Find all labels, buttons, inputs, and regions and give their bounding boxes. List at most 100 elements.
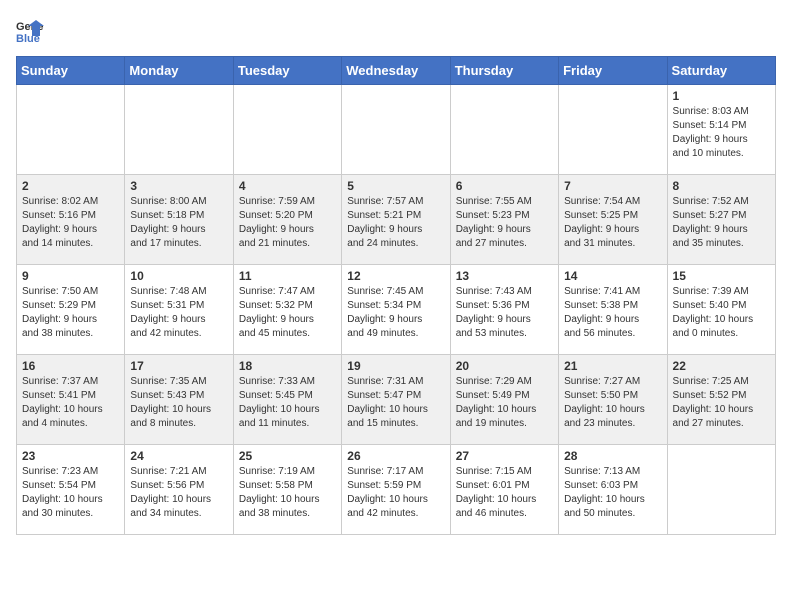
day-info: Sunrise: 8:02 AM Sunset: 5:16 PM Dayligh… — [22, 195, 119, 251]
day-number: 9 — [22, 269, 119, 283]
day-number: 18 — [239, 359, 336, 373]
calendar-cell — [450, 85, 558, 175]
calendar-cell: 4 Sunrise: 7:59 AM Sunset: 5:20 PM Daylig… — [233, 175, 341, 265]
day-info: Sunrise: 7:37 AM Sunset: 5:41 PM Dayligh… — [22, 375, 119, 431]
day-number: 15 — [673, 269, 770, 283]
day-number: 22 — [673, 359, 770, 373]
day-info: Sunrise: 7:27 AM Sunset: 5:50 PM Dayligh… — [564, 375, 661, 431]
calendar-cell — [17, 85, 125, 175]
day-info: Sunrise: 7:57 AM Sunset: 5:21 PM Dayligh… — [347, 195, 444, 251]
day-number: 19 — [347, 359, 444, 373]
calendar-cell: 7 Sunrise: 7:54 AM Sunset: 5:25 PM Daylig… — [559, 175, 667, 265]
day-info: Sunrise: 7:54 AM Sunset: 5:25 PM Dayligh… — [564, 195, 661, 251]
calendar-cell: 19 Sunrise: 7:31 AM Sunset: 5:47 PM Dayli… — [342, 355, 450, 445]
calendar-cell: 1 Sunrise: 8:03 AM Sunset: 5:14 PM Daylig… — [667, 85, 775, 175]
calendar-cell: 15 Sunrise: 7:39 AM Sunset: 5:40 PM Dayli… — [667, 265, 775, 355]
day-number: 17 — [130, 359, 227, 373]
day-info: Sunrise: 7:47 AM Sunset: 5:32 PM Dayligh… — [239, 285, 336, 341]
calendar-week-3: 9 Sunrise: 7:50 AM Sunset: 5:29 PM Daylig… — [17, 265, 776, 355]
calendar-cell — [559, 85, 667, 175]
day-info: Sunrise: 7:50 AM Sunset: 5:29 PM Dayligh… — [22, 285, 119, 341]
day-number: 23 — [22, 449, 119, 463]
calendar-cell: 6 Sunrise: 7:55 AM Sunset: 5:23 PM Daylig… — [450, 175, 558, 265]
day-number: 7 — [564, 179, 661, 193]
day-number: 12 — [347, 269, 444, 283]
calendar-cell: 24 Sunrise: 7:21 AM Sunset: 5:56 PM Dayli… — [125, 445, 233, 535]
calendar-cell: 2 Sunrise: 8:02 AM Sunset: 5:16 PM Daylig… — [17, 175, 125, 265]
calendar-cell: 27 Sunrise: 7:15 AM Sunset: 6:01 PM Dayli… — [450, 445, 558, 535]
day-info: Sunrise: 7:31 AM Sunset: 5:47 PM Dayligh… — [347, 375, 444, 431]
day-number: 1 — [673, 89, 770, 103]
day-info: Sunrise: 7:23 AM Sunset: 5:54 PM Dayligh… — [22, 465, 119, 521]
calendar-cell — [125, 85, 233, 175]
calendar-cell: 22 Sunrise: 7:25 AM Sunset: 5:52 PM Dayli… — [667, 355, 775, 445]
calendar-cell — [233, 85, 341, 175]
day-number: 13 — [456, 269, 553, 283]
calendar-cell: 14 Sunrise: 7:41 AM Sunset: 5:38 PM Dayli… — [559, 265, 667, 355]
day-info: Sunrise: 7:59 AM Sunset: 5:20 PM Dayligh… — [239, 195, 336, 251]
header-sunday: Sunday — [17, 57, 125, 85]
day-info: Sunrise: 7:41 AM Sunset: 5:38 PM Dayligh… — [564, 285, 661, 341]
day-number: 11 — [239, 269, 336, 283]
calendar-cell: 26Sunrise: 7:17 AM Sunset: 5:59 PM Dayli… — [342, 445, 450, 535]
day-number: 6 — [456, 179, 553, 193]
day-info: Sunrise: 7:52 AM Sunset: 5:27 PM Dayligh… — [673, 195, 770, 251]
day-number: 27 — [456, 449, 553, 463]
day-info: Sunrise: 7:39 AM Sunset: 5:40 PM Dayligh… — [673, 285, 770, 341]
day-number: 28 — [564, 449, 661, 463]
day-number: 16 — [22, 359, 119, 373]
day-info: Sunrise: 7:48 AM Sunset: 5:31 PM Dayligh… — [130, 285, 227, 341]
day-info: Sunrise: 7:55 AM Sunset: 5:23 PM Dayligh… — [456, 195, 553, 251]
calendar-cell: 20Sunrise: 7:29 AM Sunset: 5:49 PM Dayli… — [450, 355, 558, 445]
calendar-cell: 13 Sunrise: 7:43 AM Sunset: 5:36 PM Dayli… — [450, 265, 558, 355]
header-friday: Friday — [559, 57, 667, 85]
calendar-table: SundayMondayTuesdayWednesdayThursdayFrid… — [16, 56, 776, 535]
day-number: 5 — [347, 179, 444, 193]
day-info: Sunrise: 8:03 AM Sunset: 5:14 PM Dayligh… — [673, 105, 770, 161]
day-number: 10 — [130, 269, 227, 283]
day-info: Sunrise: 7:45 AM Sunset: 5:34 PM Dayligh… — [347, 285, 444, 341]
calendar-header-row: SundayMondayTuesdayWednesdayThursdayFrid… — [17, 57, 776, 85]
logo-icon: General Blue — [16, 16, 44, 44]
calendar-cell: 17 Sunrise: 7:35 AM Sunset: 5:43 PM Dayli… — [125, 355, 233, 445]
calendar-cell — [667, 445, 775, 535]
header-monday: Monday — [125, 57, 233, 85]
calendar-cell: 8Sunrise: 7:52 AM Sunset: 5:27 PM Daylig… — [667, 175, 775, 265]
calendar-cell: 16 Sunrise: 7:37 AM Sunset: 5:41 PM Dayli… — [17, 355, 125, 445]
calendar-cell: 3 Sunrise: 8:00 AM Sunset: 5:18 PM Daylig… — [125, 175, 233, 265]
day-number: 14 — [564, 269, 661, 283]
day-number: 24 — [130, 449, 227, 463]
day-number: 2 — [22, 179, 119, 193]
header-saturday: Saturday — [667, 57, 775, 85]
day-info: Sunrise: 7:19 AM Sunset: 5:58 PM Dayligh… — [239, 465, 336, 521]
day-info: Sunrise: 7:43 AM Sunset: 5:36 PM Dayligh… — [456, 285, 553, 341]
day-info: Sunrise: 8:00 AM Sunset: 5:18 PM Dayligh… — [130, 195, 227, 251]
calendar-cell: 11 Sunrise: 7:47 AM Sunset: 5:32 PM Dayli… — [233, 265, 341, 355]
header-wednesday: Wednesday — [342, 57, 450, 85]
calendar-cell: 10 Sunrise: 7:48 AM Sunset: 5:31 PM Dayli… — [125, 265, 233, 355]
calendar-cell: 21 Sunrise: 7:27 AM Sunset: 5:50 PM Dayli… — [559, 355, 667, 445]
day-number: 3 — [130, 179, 227, 193]
day-number: 26 — [347, 449, 444, 463]
calendar-cell: 12 Sunrise: 7:45 AM Sunset: 5:34 PM Dayli… — [342, 265, 450, 355]
calendar-cell: 28 Sunrise: 7:13 AM Sunset: 6:03 PM Dayli… — [559, 445, 667, 535]
calendar-cell: 9 Sunrise: 7:50 AM Sunset: 5:29 PM Daylig… — [17, 265, 125, 355]
logo: General Blue — [16, 16, 44, 44]
day-info: Sunrise: 7:13 AM Sunset: 6:03 PM Dayligh… — [564, 465, 661, 521]
day-info: Sunrise: 7:35 AM Sunset: 5:43 PM Dayligh… — [130, 375, 227, 431]
header-thursday: Thursday — [450, 57, 558, 85]
header-tuesday: Tuesday — [233, 57, 341, 85]
calendar-week-2: 2 Sunrise: 8:02 AM Sunset: 5:16 PM Daylig… — [17, 175, 776, 265]
day-number: 20 — [456, 359, 553, 373]
calendar-cell: 5 Sunrise: 7:57 AM Sunset: 5:21 PM Daylig… — [342, 175, 450, 265]
header: General Blue — [16, 16, 776, 44]
day-info: Sunrise: 7:15 AM Sunset: 6:01 PM Dayligh… — [456, 465, 553, 521]
day-info: Sunrise: 7:25 AM Sunset: 5:52 PM Dayligh… — [673, 375, 770, 431]
day-number: 4 — [239, 179, 336, 193]
day-number: 21 — [564, 359, 661, 373]
calendar-week-4: 16 Sunrise: 7:37 AM Sunset: 5:41 PM Dayli… — [17, 355, 776, 445]
calendar-cell: 25Sunrise: 7:19 AM Sunset: 5:58 PM Dayli… — [233, 445, 341, 535]
calendar-week-5: 23 Sunrise: 7:23 AM Sunset: 5:54 PM Dayli… — [17, 445, 776, 535]
day-info: Sunrise: 7:21 AM Sunset: 5:56 PM Dayligh… — [130, 465, 227, 521]
calendar-cell: 23 Sunrise: 7:23 AM Sunset: 5:54 PM Dayli… — [17, 445, 125, 535]
